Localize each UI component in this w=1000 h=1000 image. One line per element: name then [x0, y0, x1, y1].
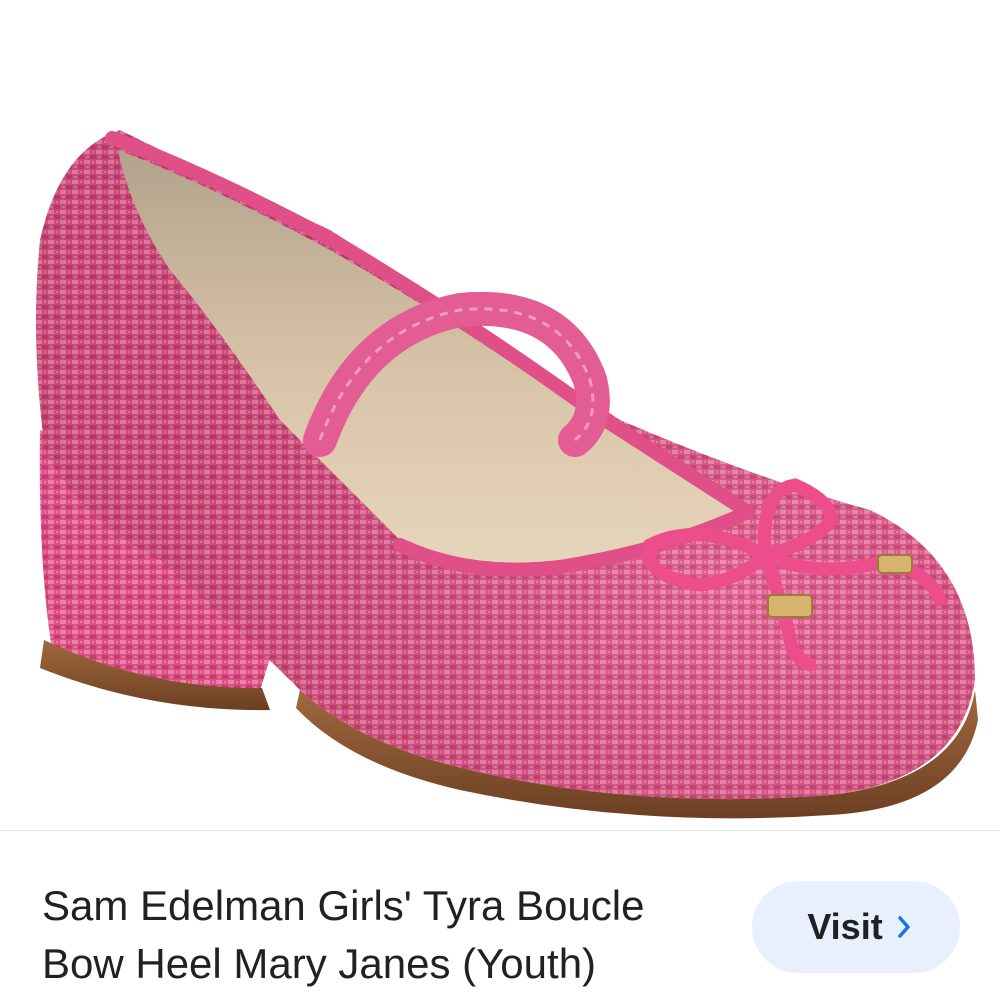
- chevron-right-icon: [897, 915, 911, 939]
- product-caption: Sam Edelman Girls' Tyra Boucle Bow Heel …: [0, 831, 1000, 1000]
- bow-hardware: [767, 594, 813, 618]
- visit-button-label: Visit: [807, 906, 883, 947]
- shoe-illustration: [36, 130, 978, 819]
- visit-button[interactable]: Visit: [752, 881, 960, 973]
- product-image[interactable]: [0, 0, 1000, 830]
- product-result-card: Sam Edelman Girls' Tyra Boucle Bow Heel …: [0, 0, 1000, 1000]
- product-title[interactable]: Sam Edelman Girls' Tyra Boucle Bow Heel …: [42, 877, 732, 993]
